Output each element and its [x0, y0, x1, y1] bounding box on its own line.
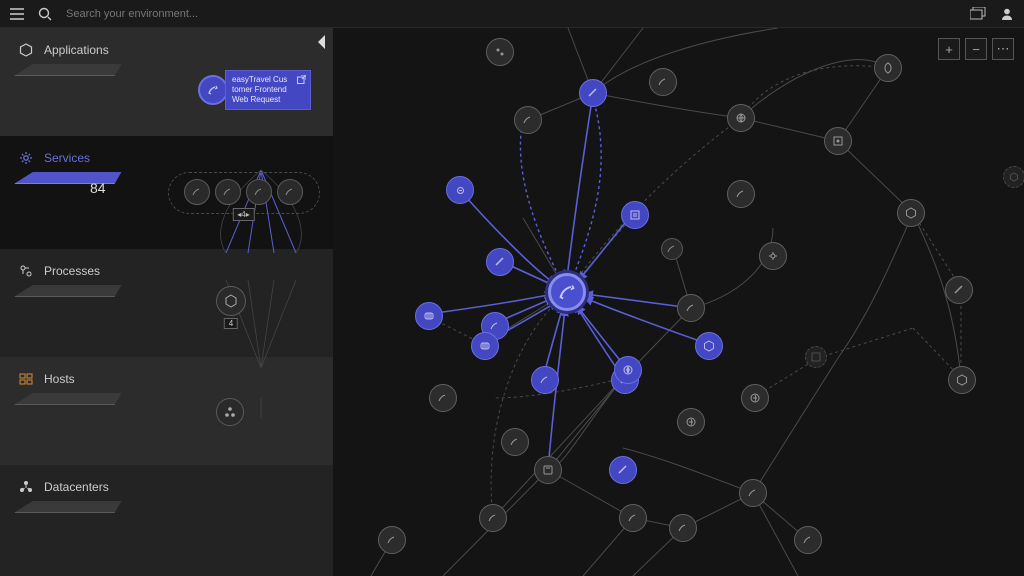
graph-node[interactable] — [649, 68, 677, 96]
applications-icon — [18, 42, 34, 58]
graph-node[interactable] — [514, 106, 542, 134]
host-icon — [216, 286, 246, 316]
graph-node[interactable] — [727, 104, 755, 132]
graph-node[interactable] — [486, 38, 514, 66]
graph-node[interactable] — [609, 456, 637, 484]
selected-service-node[interactable]: easyTravel Cus tomer Frontend Web Reques… — [198, 70, 311, 110]
graph-node[interactable] — [824, 127, 852, 155]
process-cluster[interactable]: ◂4▸ — [176, 178, 311, 220]
layer-label: Processes — [44, 264, 100, 278]
sidebar: Applications Services 84 Processes — [0, 28, 333, 576]
host-count-badge: 4 — [224, 318, 238, 329]
search-input[interactable] — [66, 8, 286, 20]
layer-label: Datacenters — [44, 480, 109, 494]
layer-label: Applications — [44, 43, 109, 57]
graph-node[interactable] — [677, 408, 705, 436]
graph-node[interactable] — [579, 79, 607, 107]
graph-node[interactable] — [621, 201, 649, 229]
user-icon[interactable] — [1000, 7, 1014, 21]
graph-node[interactable] — [661, 238, 683, 260]
graph-node[interactable] — [486, 248, 514, 276]
service-tooltip[interactable]: easyTravel Cus tomer Frontend Web Reques… — [225, 70, 311, 110]
menu-icon[interactable] — [10, 8, 24, 20]
graph-node-selected[interactable] — [548, 273, 586, 311]
hosts-icon — [18, 371, 34, 387]
layer-label: Services — [44, 151, 90, 165]
services-icon — [18, 150, 34, 166]
graph-node[interactable] — [619, 504, 647, 532]
datacenters-icon — [18, 479, 34, 495]
graph-node[interactable] — [531, 366, 559, 394]
graph-node-dim[interactable] — [1003, 166, 1024, 188]
host-node[interactable]: 4 — [216, 286, 246, 316]
graph-node[interactable] — [695, 332, 723, 360]
services-count: 84 — [90, 180, 106, 196]
graph-node[interactable] — [669, 514, 697, 542]
layer-underline — [15, 393, 122, 405]
graph-node[interactable] — [479, 504, 507, 532]
service-icon — [198, 75, 228, 105]
graph-node[interactable] — [945, 276, 973, 304]
graph-node[interactable] — [794, 526, 822, 554]
datacenter-node[interactable] — [216, 398, 244, 426]
graph-node[interactable] — [739, 479, 767, 507]
tooltip-line: easyTravel Cus — [232, 75, 287, 84]
layer-underline — [15, 64, 122, 76]
cluster-count-badge: ◂4▸ — [232, 208, 254, 221]
graph-node[interactable] — [874, 54, 902, 82]
graph-node[interactable] — [741, 384, 769, 412]
graph-node[interactable] — [501, 428, 529, 456]
datacenter-icon — [216, 398, 244, 426]
processes-icon — [18, 263, 34, 279]
windows-icon[interactable] — [970, 7, 986, 20]
graph-node[interactable] — [759, 242, 787, 270]
graph-node[interactable] — [897, 199, 925, 227]
collapse-sidebar-icon[interactable] — [315, 34, 327, 55]
search-icon[interactable] — [38, 7, 52, 21]
layer-underline — [15, 501, 122, 513]
dependency-graph[interactable]: + − ⋯ — [333, 28, 1024, 576]
graph-node[interactable] — [948, 366, 976, 394]
top-bar — [0, 0, 1024, 28]
graph-node[interactable] — [471, 332, 499, 360]
stack-panel: easyTravel Cus tomer Frontend Web Reques… — [166, 28, 333, 576]
graph-node[interactable] — [727, 180, 755, 208]
graph-node-dim[interactable] — [805, 346, 827, 368]
layer-label: Hosts — [44, 372, 75, 386]
tooltip-line: tomer Frontend — [232, 85, 287, 94]
graph-node[interactable] — [614, 356, 642, 384]
graph-node[interactable] — [415, 302, 443, 330]
graph-node[interactable] — [534, 456, 562, 484]
open-external-icon[interactable] — [297, 75, 306, 87]
graph-node[interactable] — [677, 294, 705, 322]
tooltip-line: Web Request — [232, 95, 280, 104]
graph-node[interactable] — [429, 384, 457, 412]
graph-node[interactable] — [378, 526, 406, 554]
graph-node[interactable] — [446, 176, 474, 204]
layer-underline — [15, 285, 122, 297]
